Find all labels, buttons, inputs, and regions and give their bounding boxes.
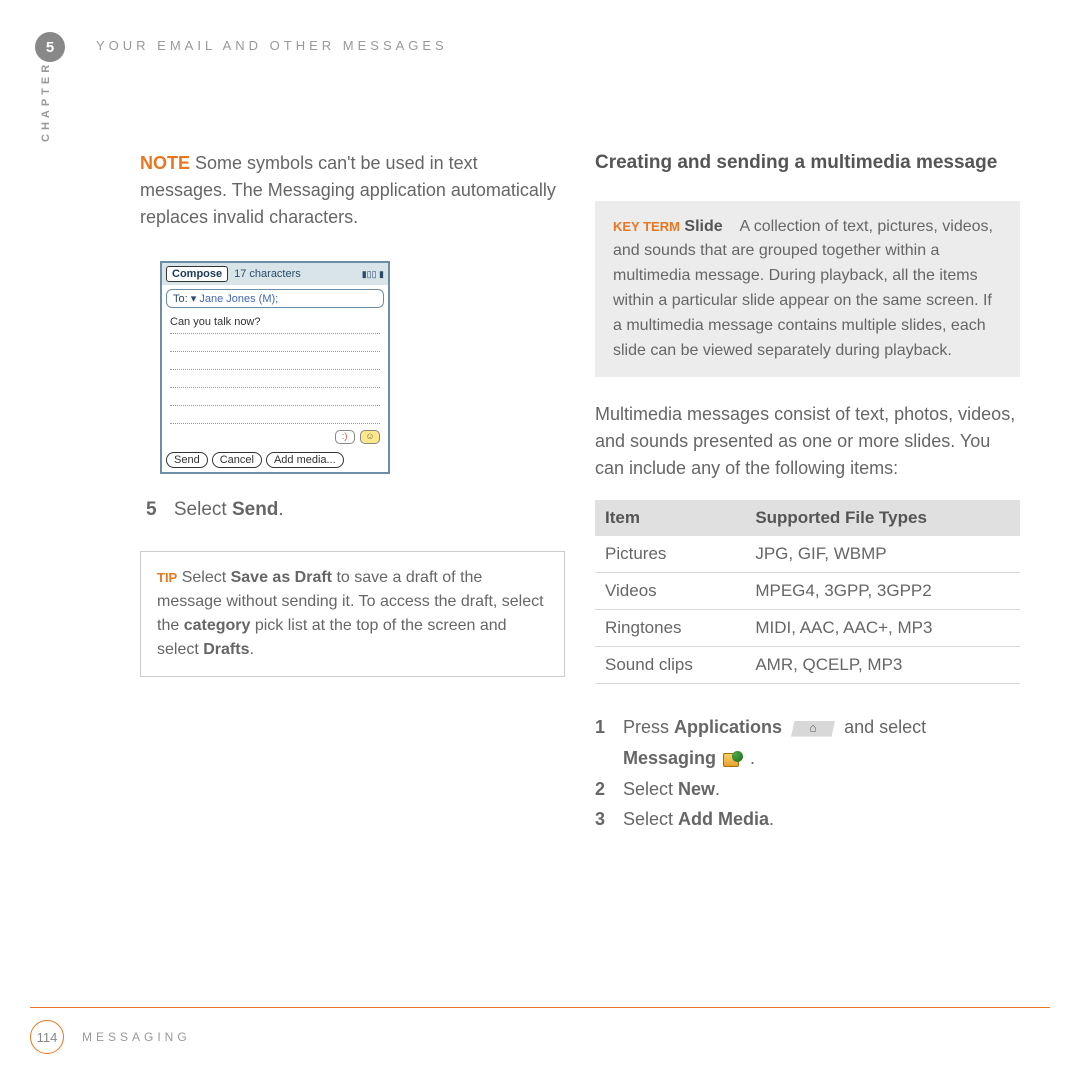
step-3-number: 3 — [595, 804, 623, 835]
ss-to-field: To: ▾ Jane Jones (M); — [166, 289, 384, 308]
left-column: NOTE Some symbols can't be used in text … — [140, 150, 565, 835]
tip-label: TIP — [157, 570, 177, 585]
note-label: NOTE — [140, 153, 190, 173]
smiley-icon: ☺ — [360, 430, 380, 444]
cell-types: MIDI, AAC, AAC+, MP3 — [745, 610, 1020, 647]
footer-section: MESSAGING — [82, 1030, 191, 1044]
cell-types: MPEG4, 3GPP, 3GPP2 — [745, 573, 1020, 610]
step-1-b2: Messaging — [623, 748, 716, 768]
ss-body-text: Can you talk now? — [170, 316, 380, 334]
ss-compose-button: Compose — [166, 266, 228, 282]
ss-blank-line — [170, 388, 380, 406]
ss-char-count: 17 characters — [234, 268, 301, 280]
cell-item: Ringtones — [595, 610, 745, 647]
note-paragraph: NOTE Some symbols can't be used in text … — [140, 150, 565, 231]
step-1-b1: Applications — [674, 717, 782, 737]
cell-item: Pictures — [595, 536, 745, 573]
ss-to-label: To: — [173, 293, 188, 305]
keyterm-label: KEY TERM — [613, 219, 680, 234]
dropdown-icon: ▾ — [191, 293, 197, 305]
section-heading: Creating and sending a multimedia messag… — [595, 150, 1020, 177]
page-number: 114 — [30, 1020, 64, 1054]
step-3-suffix: . — [769, 809, 774, 829]
chapter-title: YOUR EMAIL AND OTHER MESSAGES — [96, 38, 448, 53]
messaging-icon — [723, 751, 743, 767]
ss-send-button: Send — [166, 452, 208, 468]
right-column: Creating and sending a multimedia messag… — [595, 150, 1020, 835]
ss-blank-line — [170, 334, 380, 352]
tip-b2: category — [184, 617, 251, 634]
step-1-t2: and select — [844, 717, 926, 737]
cell-types: JPG, GIF, WBMP — [745, 536, 1020, 573]
step-5-suffix: . — [278, 499, 283, 520]
step-1-t1: Press — [623, 717, 674, 737]
th-item: Item — [595, 500, 745, 536]
applications-key-icon — [791, 721, 835, 737]
ss-blank-line — [170, 370, 380, 388]
chapter-side-label: CHAPTER — [40, 61, 52, 142]
step-5-number: 5 — [146, 499, 157, 520]
note-body: Some symbols can't be used in text messa… — [140, 153, 556, 227]
step-3: 3 Select Add Media. — [595, 804, 1020, 835]
cell-types: AMR, QCELP, MP3 — [745, 647, 1020, 684]
step-2-number: 2 — [595, 774, 623, 805]
ss-recipient: Jane Jones (M); — [199, 293, 278, 305]
chapter-number-badge: 5 — [35, 32, 65, 62]
tip-t4: . — [249, 641, 253, 658]
step-1-suffix: . — [745, 748, 755, 768]
step-1: 1 Press Applications and select Messagin… — [595, 712, 1020, 773]
ss-cancel-button: Cancel — [212, 452, 262, 468]
step-1-number: 1 — [595, 712, 623, 773]
keyterm-box: KEY TERM Slide A collection of text, pic… — [595, 201, 1020, 378]
tip-b3: Drafts — [203, 641, 249, 658]
step-2-suffix: . — [715, 779, 720, 799]
emoji-icon: :) — [335, 430, 355, 444]
step-2-t1: Select — [623, 779, 678, 799]
cell-item: Sound clips — [595, 647, 745, 684]
step-3-b1: Add Media — [678, 809, 769, 829]
signal-icon: ▮▯▯ ▮ — [362, 269, 384, 280]
table-row: Ringtones MIDI, AAC, AAC+, MP3 — [595, 610, 1020, 647]
ss-blank-line — [170, 406, 380, 424]
page-footer: 114 MESSAGING — [30, 1007, 1050, 1054]
intro-paragraph: Multimedia messages consist of text, pho… — [595, 401, 1020, 482]
step-5-bold: Send — [232, 499, 278, 520]
step-2: 2 Select New. — [595, 774, 1020, 805]
compose-screenshot: Compose 17 characters ▮▯▯ ▮ To: ▾ Jane J… — [160, 261, 390, 474]
cell-item: Videos — [595, 573, 745, 610]
ss-addmedia-button: Add media... — [266, 452, 344, 468]
table-row: Videos MPEG4, 3GPP, 3GPP2 — [595, 573, 1020, 610]
steps-list: 1 Press Applications and select Messagin… — [595, 712, 1020, 834]
table-row: Sound clips AMR, QCELP, MP3 — [595, 647, 1020, 684]
step-5: 5 Select Send. — [146, 499, 565, 521]
keyterm-term: Slide — [684, 218, 722, 235]
keyterm-definition: A collection of text, pictures, videos, … — [613, 218, 993, 359]
filetypes-table: Item Supported File Types Pictures JPG, … — [595, 500, 1020, 684]
step-5-prefix: Select — [174, 499, 232, 520]
step-2-b1: New — [678, 779, 715, 799]
tip-box: TIP Select Save as Draft to save a draft… — [140, 551, 565, 677]
ss-blank-line — [170, 352, 380, 370]
th-types: Supported File Types — [745, 500, 1020, 536]
tip-t1: Select — [182, 569, 231, 586]
tip-b1: Save as Draft — [231, 569, 332, 586]
step-3-t1: Select — [623, 809, 678, 829]
table-row: Pictures JPG, GIF, WBMP — [595, 536, 1020, 573]
